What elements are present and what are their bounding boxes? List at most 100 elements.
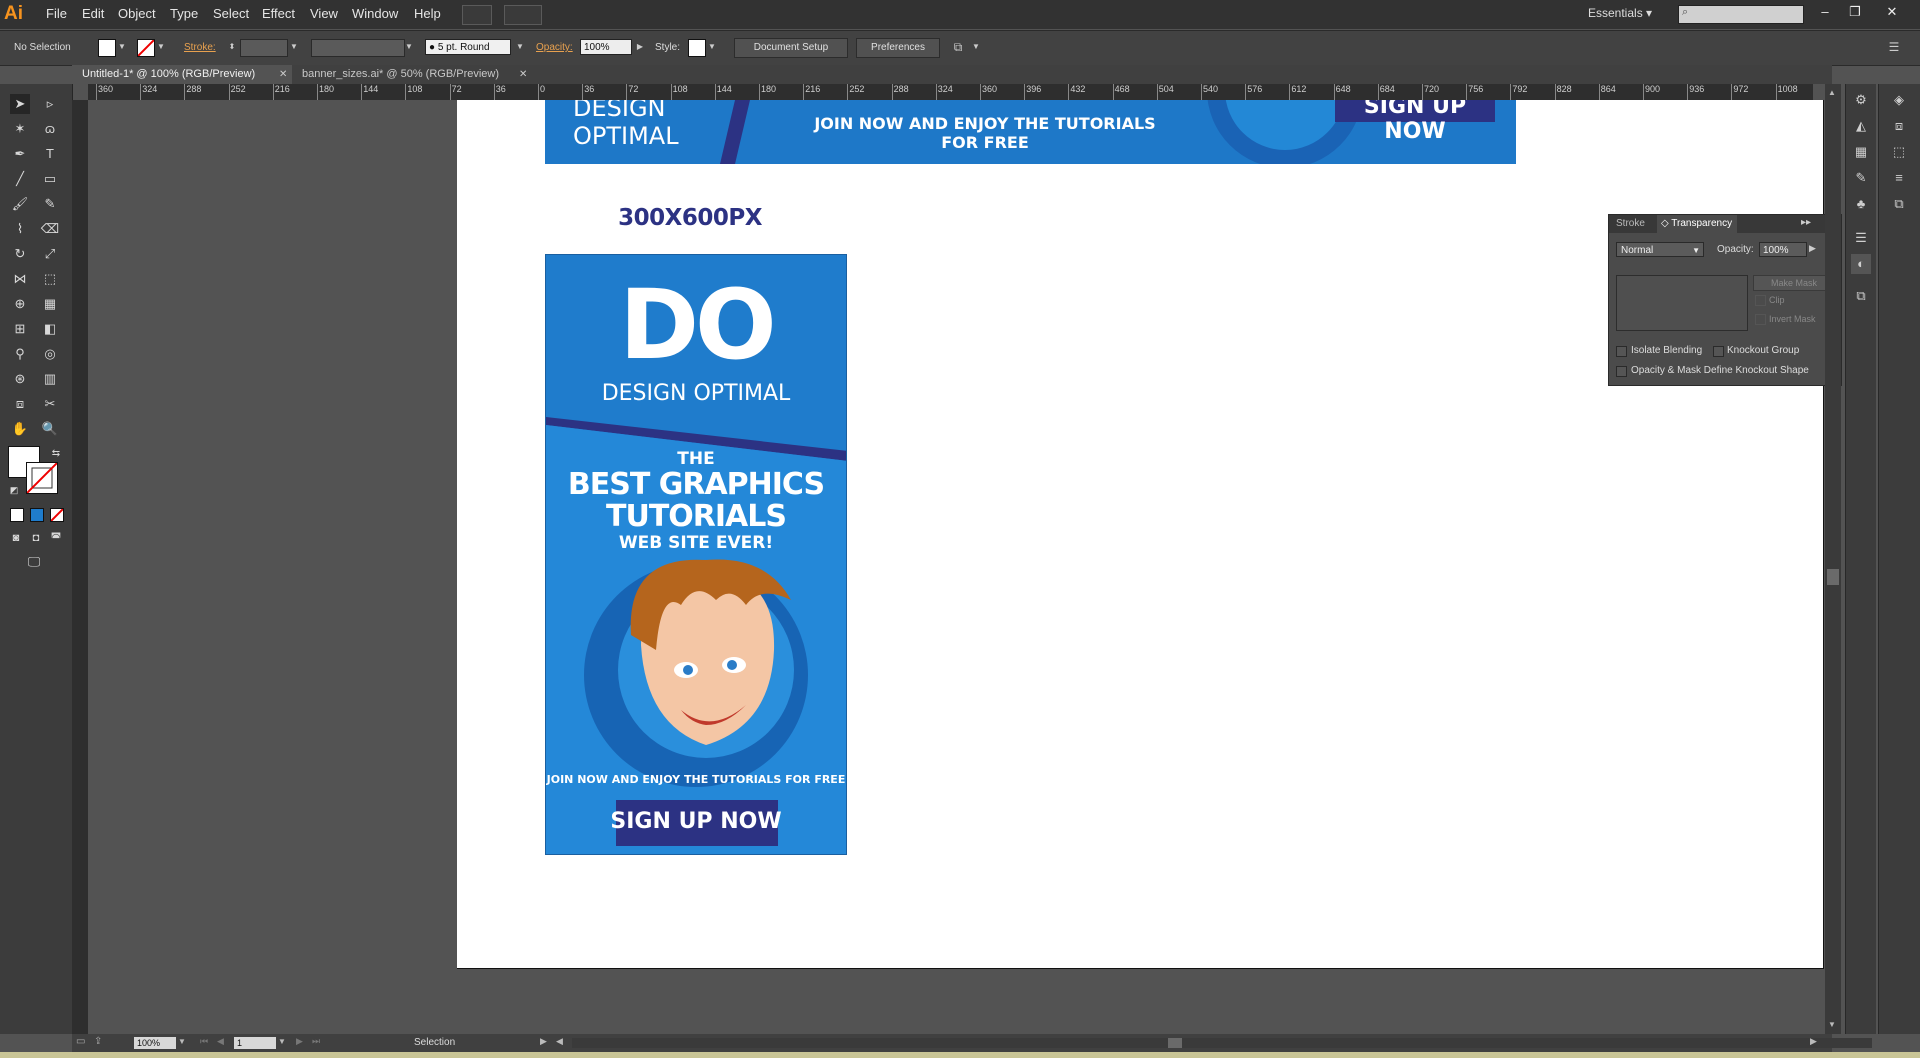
scroll-up-icon[interactable]: ▲ — [1828, 88, 1836, 97]
tab-banner-sizes[interactable]: banner_sizes.ai* @ 50% (RGB/Preview) — [292, 65, 524, 84]
brush-definition[interactable]: ● 5 pt. Round — [425, 39, 511, 55]
panel-opacity-arrow-icon[interactable]: ▶ — [1809, 243, 1816, 254]
free-transform-tool-icon[interactable]: ⬚ — [40, 269, 60, 289]
preferences-button[interactable]: Preferences — [856, 38, 940, 58]
panel-collapse-icon[interactable]: ▸▸ — [1801, 217, 1811, 228]
bridge-button[interactable] — [462, 5, 492, 25]
menu-help[interactable]: Help — [414, 6, 441, 21]
blend-mode-select[interactable]: Normal ▼ — [1616, 242, 1704, 257]
artboard-dropdown-icon[interactable]: ▼ — [278, 1037, 286, 1046]
artboards-icon[interactable]: ⧈ — [1889, 116, 1909, 136]
restore-icon[interactable]: ❐ — [1843, 2, 1867, 22]
canvas[interactable] — [88, 100, 1825, 1035]
magic-wand-tool-icon[interactable]: ✶ — [10, 119, 30, 139]
vertical-ruler[interactable] — [72, 100, 88, 1035]
clip-checkbox[interactable] — [1755, 295, 1766, 306]
blend-tool-icon[interactable]: ◎ — [40, 344, 60, 364]
first-artboard-icon[interactable]: ⏮ — [200, 1036, 208, 1047]
next-artboard-icon[interactable]: ▶ — [296, 1036, 303, 1047]
type-tool-icon[interactable]: T — [40, 144, 60, 164]
hand-tool-icon[interactable]: ✋ — [10, 419, 30, 439]
artboard-nav-icon[interactable]: ▭ — [76, 1036, 85, 1047]
skyscraper-banner[interactable]: DO DESIGN OPTIMAL THE BEST GRAPHICS TUTO… — [545, 254, 847, 855]
menu-select[interactable]: Select — [213, 6, 249, 21]
arrange-documents-button[interactable] — [504, 5, 542, 25]
menu-type[interactable]: Type — [170, 6, 198, 21]
minimize-icon[interactable]: – — [1813, 2, 1837, 22]
none-mode-icon[interactable] — [50, 508, 64, 522]
stroke-label[interactable]: Stroke: — [184, 42, 216, 53]
width-tool-icon[interactable]: ⋈ — [10, 269, 30, 289]
stroke-dropdown-icon[interactable]: ▼ — [155, 39, 167, 55]
tab-transparency[interactable]: ◇ Transparency — [1661, 218, 1732, 229]
artboard-number-field[interactable]: 1 — [234, 1037, 276, 1049]
opacity-label[interactable]: Opacity: — [536, 42, 573, 53]
profile-dropdown-icon[interactable]: ▼ — [403, 39, 415, 55]
last-artboard-icon[interactable]: ⏭ — [312, 1036, 320, 1047]
tab-stroke[interactable]: Stroke — [1616, 218, 1645, 229]
eyedropper-tool-icon[interactable]: ⚲ — [10, 344, 30, 364]
current-tool-status[interactable]: Selection — [414, 1037, 455, 1048]
isolate-blending-checkbox[interactable] — [1616, 346, 1627, 357]
stroke-swatch[interactable] — [137, 39, 155, 57]
menu-file[interactable]: File — [46, 6, 67, 21]
artboard-tool-icon[interactable]: ⧈ — [10, 394, 30, 414]
eraser-tool-icon[interactable]: ⌫ — [40, 219, 60, 239]
symbols-icon[interactable]: ♣ — [1851, 194, 1871, 214]
screen-mode-icon[interactable]: 🖵 — [24, 552, 44, 572]
default-colors-icon[interactable]: ◩ — [4, 480, 24, 500]
horizontal-ruler[interactable]: 360 324 288 252 216 180 144 108 72 36 0 36 72 108 144 1… — [88, 84, 1813, 100]
status-menu-icon[interactable]: ▶ — [540, 1036, 547, 1047]
variable-width-profile[interactable] — [311, 39, 405, 57]
menu-effect[interactable]: Effect — [262, 6, 295, 21]
style-dropdown-icon[interactable]: ▼ — [706, 39, 718, 55]
panel-menu-icon[interactable]: ☰ — [1888, 39, 1900, 55]
zoom-dropdown-icon[interactable]: ▼ — [178, 1037, 186, 1046]
swap-colors-icon[interactable]: ⇆ — [46, 444, 66, 464]
blob-brush-tool-icon[interactable]: ⌇ — [10, 219, 30, 239]
pencil-tool-icon[interactable]: ✎ — [40, 194, 60, 214]
fill-dropdown-icon[interactable]: ▼ — [116, 39, 128, 55]
select-similar-dropdown-icon[interactable]: ▼ — [970, 39, 982, 55]
panel-opacity-field[interactable]: 100% — [1759, 242, 1807, 257]
fill-swatch[interactable] — [98, 39, 116, 57]
vertical-scrollbar[interactable]: ▲ ▼ — [1825, 84, 1841, 1034]
knockout-group-checkbox[interactable] — [1713, 346, 1724, 357]
pathfinder-icon[interactable]: ⧉ — [1889, 194, 1909, 214]
stroke-weight-dropdown-icon[interactable]: ▼ — [288, 39, 300, 55]
perspective-grid-tool-icon[interactable]: ▦ — [40, 294, 60, 314]
rectangle-tool-icon[interactable]: ▭ — [40, 169, 60, 189]
column-graph-tool-icon[interactable]: ▥ — [40, 369, 60, 389]
close-icon[interactable]: ✕ — [1880, 2, 1904, 22]
draw-behind-icon[interactable]: ◘ — [26, 528, 46, 548]
stroke-panel-icon[interactable]: ☰ — [1851, 228, 1871, 248]
opacity-arrow-icon[interactable]: ▶ — [634, 39, 646, 55]
stroke-color-icon[interactable] — [26, 462, 58, 494]
shape-builder-tool-icon[interactable]: ⊕ — [10, 294, 30, 314]
opacity-field[interactable]: 100% — [580, 39, 632, 55]
invert-mask-checkbox[interactable] — [1755, 314, 1766, 325]
opacity-mask-knockout-checkbox[interactable] — [1616, 366, 1627, 377]
color-icon[interactable]: ◭ — [1851, 116, 1871, 136]
menu-view[interactable]: View — [310, 6, 338, 21]
tab-close-icon[interactable]: ✕ — [519, 65, 527, 84]
tab-close-icon[interactable]: ✕ — [279, 65, 287, 84]
style-swatch[interactable] — [688, 39, 706, 57]
vertical-scroll-thumb[interactable] — [1827, 569, 1839, 585]
scroll-down-icon[interactable]: ▼ — [1828, 1020, 1836, 1029]
align-icon[interactable]: ≡ — [1889, 168, 1909, 188]
select-similar-icon[interactable]: ⧉ — [952, 39, 964, 55]
horizontal-scrollbar[interactable] — [572, 1038, 1872, 1048]
zoom-field[interactable]: 100% — [134, 1037, 176, 1049]
layers-icon[interactable]: ◈ — [1889, 90, 1909, 110]
mesh-tool-icon[interactable]: ⊞ — [10, 319, 30, 339]
transparency-panel-icon[interactable]: ◐ — [1851, 254, 1871, 274]
scroll-left-icon[interactable]: ◀ — [556, 1036, 563, 1047]
workspace-switcher[interactable]: Essentials ▾ — [1588, 6, 1652, 20]
transform-icon[interactable]: ⬚ — [1889, 142, 1909, 162]
zoom-tool-icon[interactable]: 🔍 — [40, 419, 60, 439]
swatches-icon[interactable]: ▦ — [1851, 142, 1871, 162]
symbol-sprayer-tool-icon[interactable]: ⊛ — [10, 369, 30, 389]
pen-tool-icon[interactable]: ✒ — [10, 144, 30, 164]
menu-window[interactable]: Window — [352, 6, 398, 21]
